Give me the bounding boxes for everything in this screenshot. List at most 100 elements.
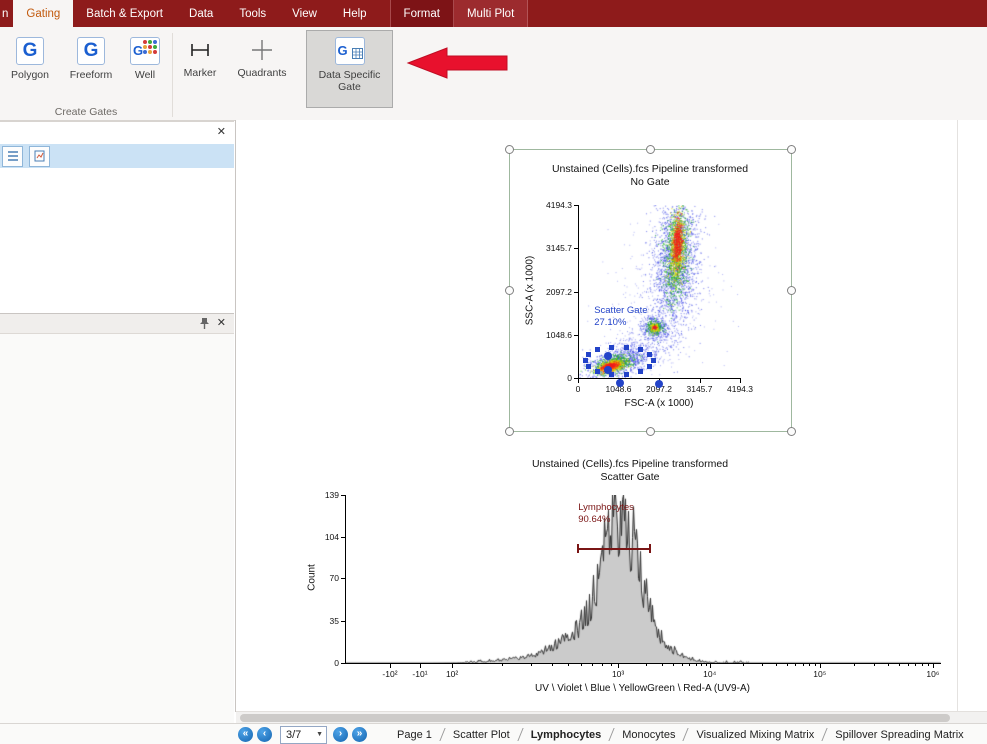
ribbon-button-well[interactable]: GWell xyxy=(120,31,170,103)
selection-handle[interactable] xyxy=(646,427,655,436)
last-page-button[interactable]: » xyxy=(352,727,367,742)
ribbon-button-polygon[interactable]: G Polygon xyxy=(3,31,57,103)
pin-icon[interactable] xyxy=(199,317,210,335)
selection-handle[interactable] xyxy=(787,145,796,154)
ribbon-button-data-specific-gate[interactable]: GData Specific Gate xyxy=(306,30,393,108)
tick-mark xyxy=(341,621,345,622)
histogram-canvas[interactable] xyxy=(346,495,941,663)
menu-tab-multi-plot[interactable]: Multi Plot xyxy=(454,0,528,27)
panel-report-icon[interactable] xyxy=(29,146,50,167)
minor-tick-mark xyxy=(874,664,875,666)
minor-tick-mark xyxy=(662,664,663,666)
gate-name-label: Scatter Gate xyxy=(594,305,647,317)
close-icon[interactable]: ✕ xyxy=(217,126,226,138)
chart-subtitle: No Gate xyxy=(500,176,800,188)
marker-bracket-icon xyxy=(187,37,213,63)
minor-tick-mark xyxy=(646,664,647,666)
ribbon-button-label: Polygon xyxy=(3,69,57,81)
gate-g-icon: G xyxy=(16,37,44,65)
gate-handle-dot[interactable] xyxy=(604,366,612,374)
menu-tab-clipped[interactable]: n xyxy=(0,0,13,27)
minor-tick-mark xyxy=(602,664,603,666)
page-selector-dropdown[interactable]: 3/7 ▼ xyxy=(280,726,327,744)
ribbon-button-label: Data Specific Gate xyxy=(307,69,392,93)
y-axis-tick-label: 0 xyxy=(522,373,572,383)
gate-vertex-handle[interactable] xyxy=(638,347,643,352)
left-panel-bottom-header: ✕ xyxy=(0,314,234,334)
minor-tick-mark xyxy=(787,664,788,666)
minor-tick-mark xyxy=(701,664,702,666)
left-panel-toolbar xyxy=(0,144,234,168)
gate-vertex-handle[interactable] xyxy=(651,358,656,363)
gate-vertex-handle[interactable] xyxy=(647,364,652,369)
x-axis-label: FSC-A (x 1000) xyxy=(578,398,740,409)
first-page-button[interactable]: « xyxy=(238,727,253,742)
gate-g-well-icon: G xyxy=(130,37,160,65)
previous-page-button[interactable]: ‹ xyxy=(257,727,272,742)
scrollbar-thumb[interactable] xyxy=(240,714,950,722)
application-window: n GatingBatch & ExportDataToolsViewHelp F… xyxy=(0,0,987,744)
gate-vertex-handle[interactable] xyxy=(609,345,614,350)
range-marker-cap[interactable] xyxy=(649,544,651,553)
menu-tab-tools[interactable]: Tools xyxy=(226,0,279,27)
chart-title: Unstained (Cells).fcs Pipeline transform… xyxy=(300,458,960,470)
menu-tab-data[interactable]: Data xyxy=(176,0,226,27)
minor-tick-mark xyxy=(928,664,929,666)
range-marker-cap[interactable] xyxy=(577,544,579,553)
plot-area[interactable] xyxy=(578,205,741,379)
ribbon-button-freeform[interactable]: GFreeform xyxy=(63,31,119,103)
y-axis-label: SSC-A (x 1000) xyxy=(525,230,536,350)
ribbon-button-quadrants[interactable]: Quadrants xyxy=(231,31,293,103)
gate-vertex-handle[interactable] xyxy=(586,364,591,369)
selection-handle[interactable] xyxy=(505,427,514,436)
selection-handle[interactable] xyxy=(646,145,655,154)
minor-tick-mark xyxy=(552,664,553,666)
gate-vertex-handle[interactable] xyxy=(624,372,629,377)
page-tab-page-1[interactable]: Page 1 xyxy=(387,729,442,741)
page-tab-visualized-mixing-matrix[interactable]: Visualized Mixing Matrix xyxy=(686,729,824,741)
gate-g-icon: G xyxy=(77,37,105,65)
menu-tab-view[interactable]: View xyxy=(279,0,330,27)
scatter-plot-canvas[interactable] xyxy=(579,205,741,378)
minor-tick-mark xyxy=(908,664,909,666)
plot-area[interactable] xyxy=(345,495,941,664)
page-tab-lymphocytes[interactable]: Lymphocytes xyxy=(521,729,612,741)
gate-vertex-handle[interactable] xyxy=(624,345,629,350)
gate-vertex-handle[interactable] xyxy=(595,369,600,374)
gate-vertex-handle[interactable] xyxy=(595,347,600,352)
menu-tab-format[interactable]: Format xyxy=(390,0,454,27)
ribbon-button-marker[interactable]: Marker xyxy=(176,31,224,103)
menu-tab-gating[interactable]: Gating xyxy=(13,0,73,27)
gate-handle-dot[interactable] xyxy=(604,352,612,360)
gate-vertex-handle[interactable] xyxy=(583,358,588,363)
menu-tab-help[interactable]: Help xyxy=(330,0,380,27)
tick-mark xyxy=(390,664,391,668)
gate-label[interactable]: Scatter Gate27.10% xyxy=(594,305,647,329)
marker-label[interactable]: Lymphocytes90.64% xyxy=(578,502,634,527)
selection-handle[interactable] xyxy=(505,145,514,154)
chart-title: Unstained (Cells).fcs Pipeline transform… xyxy=(500,163,800,175)
y-axis-tick-label: 0 xyxy=(289,658,339,668)
page-tab-scatter-plot[interactable]: Scatter Plot xyxy=(443,729,520,741)
next-page-button[interactable]: › xyxy=(333,727,348,742)
panel-list-icon[interactable] xyxy=(2,146,23,167)
gate-vertex-handle[interactable] xyxy=(586,352,591,357)
minor-tick-mark xyxy=(899,664,900,666)
ribbon-button-label: Marker xyxy=(176,67,224,79)
gate-vertex-handle[interactable] xyxy=(638,369,643,374)
selection-handle[interactable] xyxy=(787,427,796,436)
tick-mark xyxy=(420,664,421,668)
ribbon-button-label: Quadrants xyxy=(231,67,293,79)
gate-vertex-handle[interactable] xyxy=(647,352,652,357)
range-marker-line[interactable] xyxy=(578,548,649,550)
minor-tick-mark xyxy=(502,664,503,666)
minor-tick-mark xyxy=(568,664,569,666)
close-icon[interactable]: ✕ xyxy=(217,317,226,329)
minor-tick-mark xyxy=(611,664,612,666)
chevron-down-icon: ▼ xyxy=(316,731,323,738)
gate-handle-dot[interactable] xyxy=(655,380,663,388)
menu-tab-batch-export[interactable]: Batch & Export xyxy=(73,0,176,27)
x-axis-tick-label: 10⁴ xyxy=(686,669,734,679)
page-tab-monocytes[interactable]: Monocytes xyxy=(612,729,685,741)
page-tab-spillover-spreading-matrix[interactable]: Spillover Spreading Matrix xyxy=(825,729,973,741)
